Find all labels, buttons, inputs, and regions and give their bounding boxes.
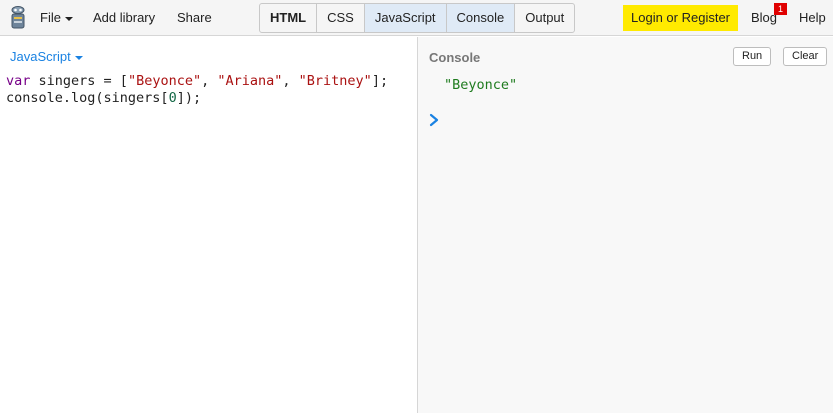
- code-token: 0: [168, 90, 177, 106]
- language-label: JavaScript: [10, 49, 71, 64]
- tab-html[interactable]: HTML: [260, 4, 318, 32]
- tab-console[interactable]: Console: [446, 4, 516, 32]
- javascript-panel: JavaScript var singers = ["Beyonce", "Ar…: [0, 37, 418, 413]
- tab-javascript[interactable]: JavaScript: [364, 4, 447, 32]
- code-editor[interactable]: var singers = ["Beyonce", "Ariana", "Bri…: [6, 73, 388, 107]
- tab-css[interactable]: CSS: [317, 4, 365, 32]
- code-token: ,: [201, 73, 218, 89]
- toolbar: File Add library Share HTML CSS JavaScri…: [0, 0, 833, 36]
- code-token: ,: [282, 73, 299, 89]
- add-library-menu[interactable]: Add library: [93, 0, 155, 36]
- notification-badge: 1: [774, 3, 787, 15]
- code-token: singers = [: [30, 73, 128, 89]
- clear-button[interactable]: Clear: [783, 47, 828, 66]
- code-token: var: [6, 73, 31, 89]
- console-output-line: "Beyonce": [444, 77, 518, 93]
- console-title: Console: [429, 50, 481, 65]
- code-token: ]);: [176, 90, 202, 106]
- tab-output[interactable]: Output: [515, 4, 574, 32]
- file-menu-label: File: [40, 10, 61, 25]
- code-line: console.log(singers[0]);: [6, 90, 388, 107]
- code-token: "Beyonce": [127, 73, 202, 89]
- language-selector[interactable]: JavaScript: [10, 49, 83, 64]
- login-register-button[interactable]: Login or Register: [623, 5, 738, 31]
- share-menu[interactable]: Share: [177, 0, 212, 36]
- code-token: "Ariana": [217, 73, 283, 89]
- console-panel: Console Run Clear "Beyonce": [418, 37, 833, 413]
- jsbin-logo-icon[interactable]: [9, 6, 27, 30]
- code-token: ];: [371, 73, 389, 89]
- caret-down-icon: [74, 55, 83, 60]
- panel-tabs: HTML CSS JavaScript Console Output: [259, 3, 576, 33]
- code-token: "Britney": [298, 73, 372, 89]
- help-link[interactable]: Help: [799, 0, 826, 36]
- run-button[interactable]: Run: [733, 47, 772, 66]
- code-token: console.log(singers[: [6, 90, 169, 106]
- caret-down-icon: [64, 16, 73, 21]
- file-menu[interactable]: File: [40, 0, 73, 36]
- chevron-right-icon[interactable]: [428, 113, 440, 127]
- code-line: var singers = ["Beyonce", "Ariana", "Bri…: [6, 73, 388, 90]
